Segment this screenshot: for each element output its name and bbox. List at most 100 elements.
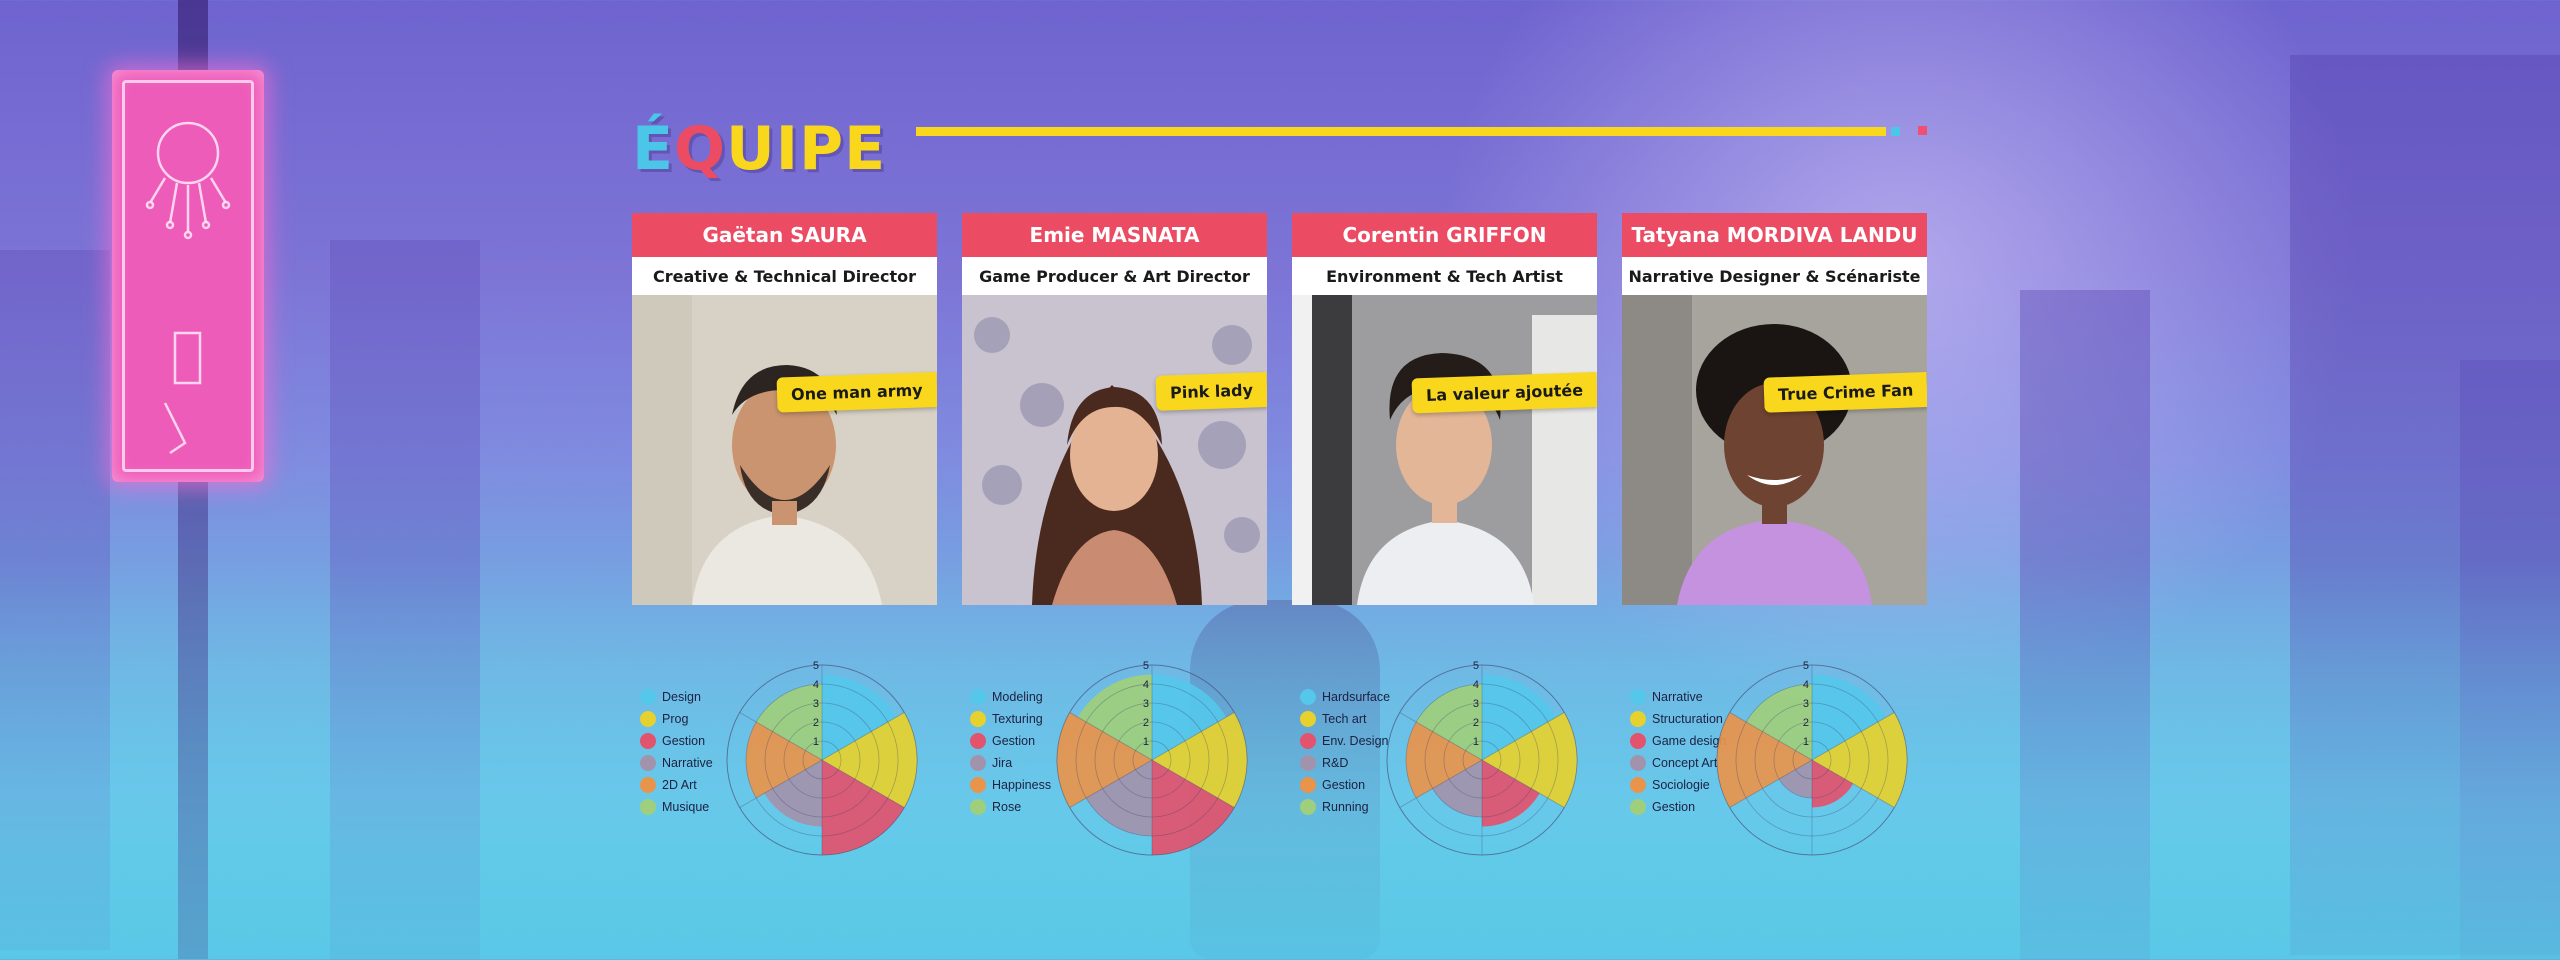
radar-tick-label: 2 (1803, 717, 1809, 729)
legend-item: Gestion (640, 730, 713, 752)
legend-swatch (970, 777, 986, 793)
radar-tick-label: 5 (813, 660, 819, 672)
legend-swatch (640, 689, 656, 705)
legend-label: Texturing (992, 712, 1043, 726)
legend-item: Tech art (1300, 708, 1390, 730)
title-letter: I (775, 114, 800, 184)
title-accent-dot (1918, 126, 1927, 135)
radar-tick-label: 1 (1473, 736, 1479, 748)
team-card: Tatyana MORDIVA LANDU Narrative Designer… (1622, 213, 1927, 605)
radar-tick-label: 4 (1473, 679, 1479, 691)
legend-swatch (1300, 711, 1316, 727)
street-pole (178, 0, 208, 959)
legend-label: Prog (662, 712, 689, 726)
legend-label: Hardsurface (1322, 690, 1391, 704)
legend-swatch (1630, 777, 1646, 793)
legend-label: Gestion (662, 734, 706, 748)
legend-swatch (640, 777, 656, 793)
skills-radar-chart: 1 2 3 4 5 (1716, 660, 1908, 856)
background-fog (0, 560, 2560, 960)
skills-radar-chart: 1 2 3 4 5 (726, 660, 918, 856)
legend-label: Happiness (992, 778, 1052, 792)
legend-item: Texturing (970, 708, 1051, 730)
legend-item: R&D (1300, 752, 1390, 774)
skills-legend: Modeling Texturing Gestion Jira Happines… (970, 686, 1051, 818)
team-card: Gaëtan SAURA Creative & Technical Direct… (632, 213, 937, 605)
legend-swatch (640, 799, 656, 815)
radar-tick-label: 5 (1143, 660, 1149, 672)
background-building (0, 250, 110, 950)
legend-label: Modeling (992, 690, 1043, 704)
legend-label: Tech art (1322, 712, 1367, 726)
radar-tick-label: 3 (1473, 698, 1479, 710)
legend-swatch (970, 689, 986, 705)
radar-tick-label: 1 (1803, 736, 1809, 748)
title-letter: Q (674, 114, 727, 184)
radar-tick-label: 4 (1803, 679, 1809, 691)
legend-swatch (640, 733, 656, 749)
legend-label: Narrative (662, 756, 713, 770)
radar-tick-label: 5 (1803, 660, 1809, 672)
legend-swatch (1630, 799, 1646, 815)
background-building (330, 240, 480, 960)
skills-legend: Hardsurface Tech art Env. Design R&D Ges… (1300, 686, 1390, 818)
background-building (2290, 55, 2560, 955)
legend-swatch (970, 799, 986, 815)
member-photo: One man army (632, 295, 937, 605)
member-role: Environment & Tech Artist (1292, 257, 1597, 295)
title-letter: E (844, 114, 887, 184)
radar-tick-label: 3 (1143, 698, 1149, 710)
legend-swatch (970, 733, 986, 749)
legend-label: Design (662, 690, 701, 704)
skills-radar-chart: 1 2 3 4 5 (1056, 660, 1248, 856)
legend-label: Gestion (1322, 778, 1366, 792)
legend-item: Design (640, 686, 713, 708)
legend-swatch (640, 755, 656, 771)
legend-swatch (1300, 799, 1316, 815)
legend-item: 2D Art (640, 774, 713, 796)
legend-label: Env. Design (1322, 734, 1389, 748)
member-tag: Pink lady (1155, 372, 1267, 411)
member-name: Emie MASNATA (962, 213, 1267, 257)
legend-swatch (1630, 711, 1646, 727)
legend-label: Concept Art (1652, 756, 1718, 770)
legend-label: Sociologie (1652, 778, 1710, 792)
legend-label: 2D Art (662, 778, 697, 792)
member-name: Tatyana MORDIVA LANDU (1622, 213, 1927, 257)
team-card: Corentin GRIFFON Environment & Tech Arti… (1292, 213, 1597, 605)
legend-item: Env. Design (1300, 730, 1390, 752)
legend-label: Gestion (992, 734, 1036, 748)
legend-swatch (1300, 755, 1316, 771)
radar-tick-label: 3 (1803, 698, 1809, 710)
background-building (2020, 290, 2150, 960)
legend-label: R&D (1322, 756, 1349, 770)
member-tag: La valeur ajoutée (1411, 372, 1597, 414)
radar-tick-label: 1 (813, 736, 819, 748)
radar-tick-label: 3 (813, 698, 819, 710)
radar-tick-label: 2 (1143, 717, 1149, 729)
legend-item: Musique (640, 796, 713, 818)
portrait-image (632, 295, 937, 605)
legend-item: Narrative (640, 752, 713, 774)
neon-sign-frame (122, 80, 254, 472)
legend-label: Musique (662, 800, 710, 814)
legend-item: Jira (970, 752, 1051, 774)
legend-swatch (970, 755, 986, 771)
portrait-image (962, 295, 1267, 605)
legend-item: Gestion (970, 730, 1051, 752)
legend-item: Running (1300, 796, 1390, 818)
member-role: Game Producer & Art Director (962, 257, 1267, 295)
radar-tick-label: 1 (1143, 736, 1149, 748)
background-building (2460, 360, 2560, 960)
member-photo: Pink lady (962, 295, 1267, 605)
member-role: Narrative Designer & Scénariste (1622, 257, 1927, 295)
title-letter: P (799, 114, 845, 184)
radar-tick-label: 2 (813, 717, 819, 729)
legend-label: Narrative (1652, 690, 1703, 704)
legend-item: Gestion (1300, 774, 1390, 796)
background (0, 0, 2560, 960)
member-role: Creative & Technical Director (632, 257, 937, 295)
neon-octopus-icon (145, 121, 231, 455)
legend-swatch (1300, 777, 1316, 793)
title-underline (916, 127, 1886, 136)
